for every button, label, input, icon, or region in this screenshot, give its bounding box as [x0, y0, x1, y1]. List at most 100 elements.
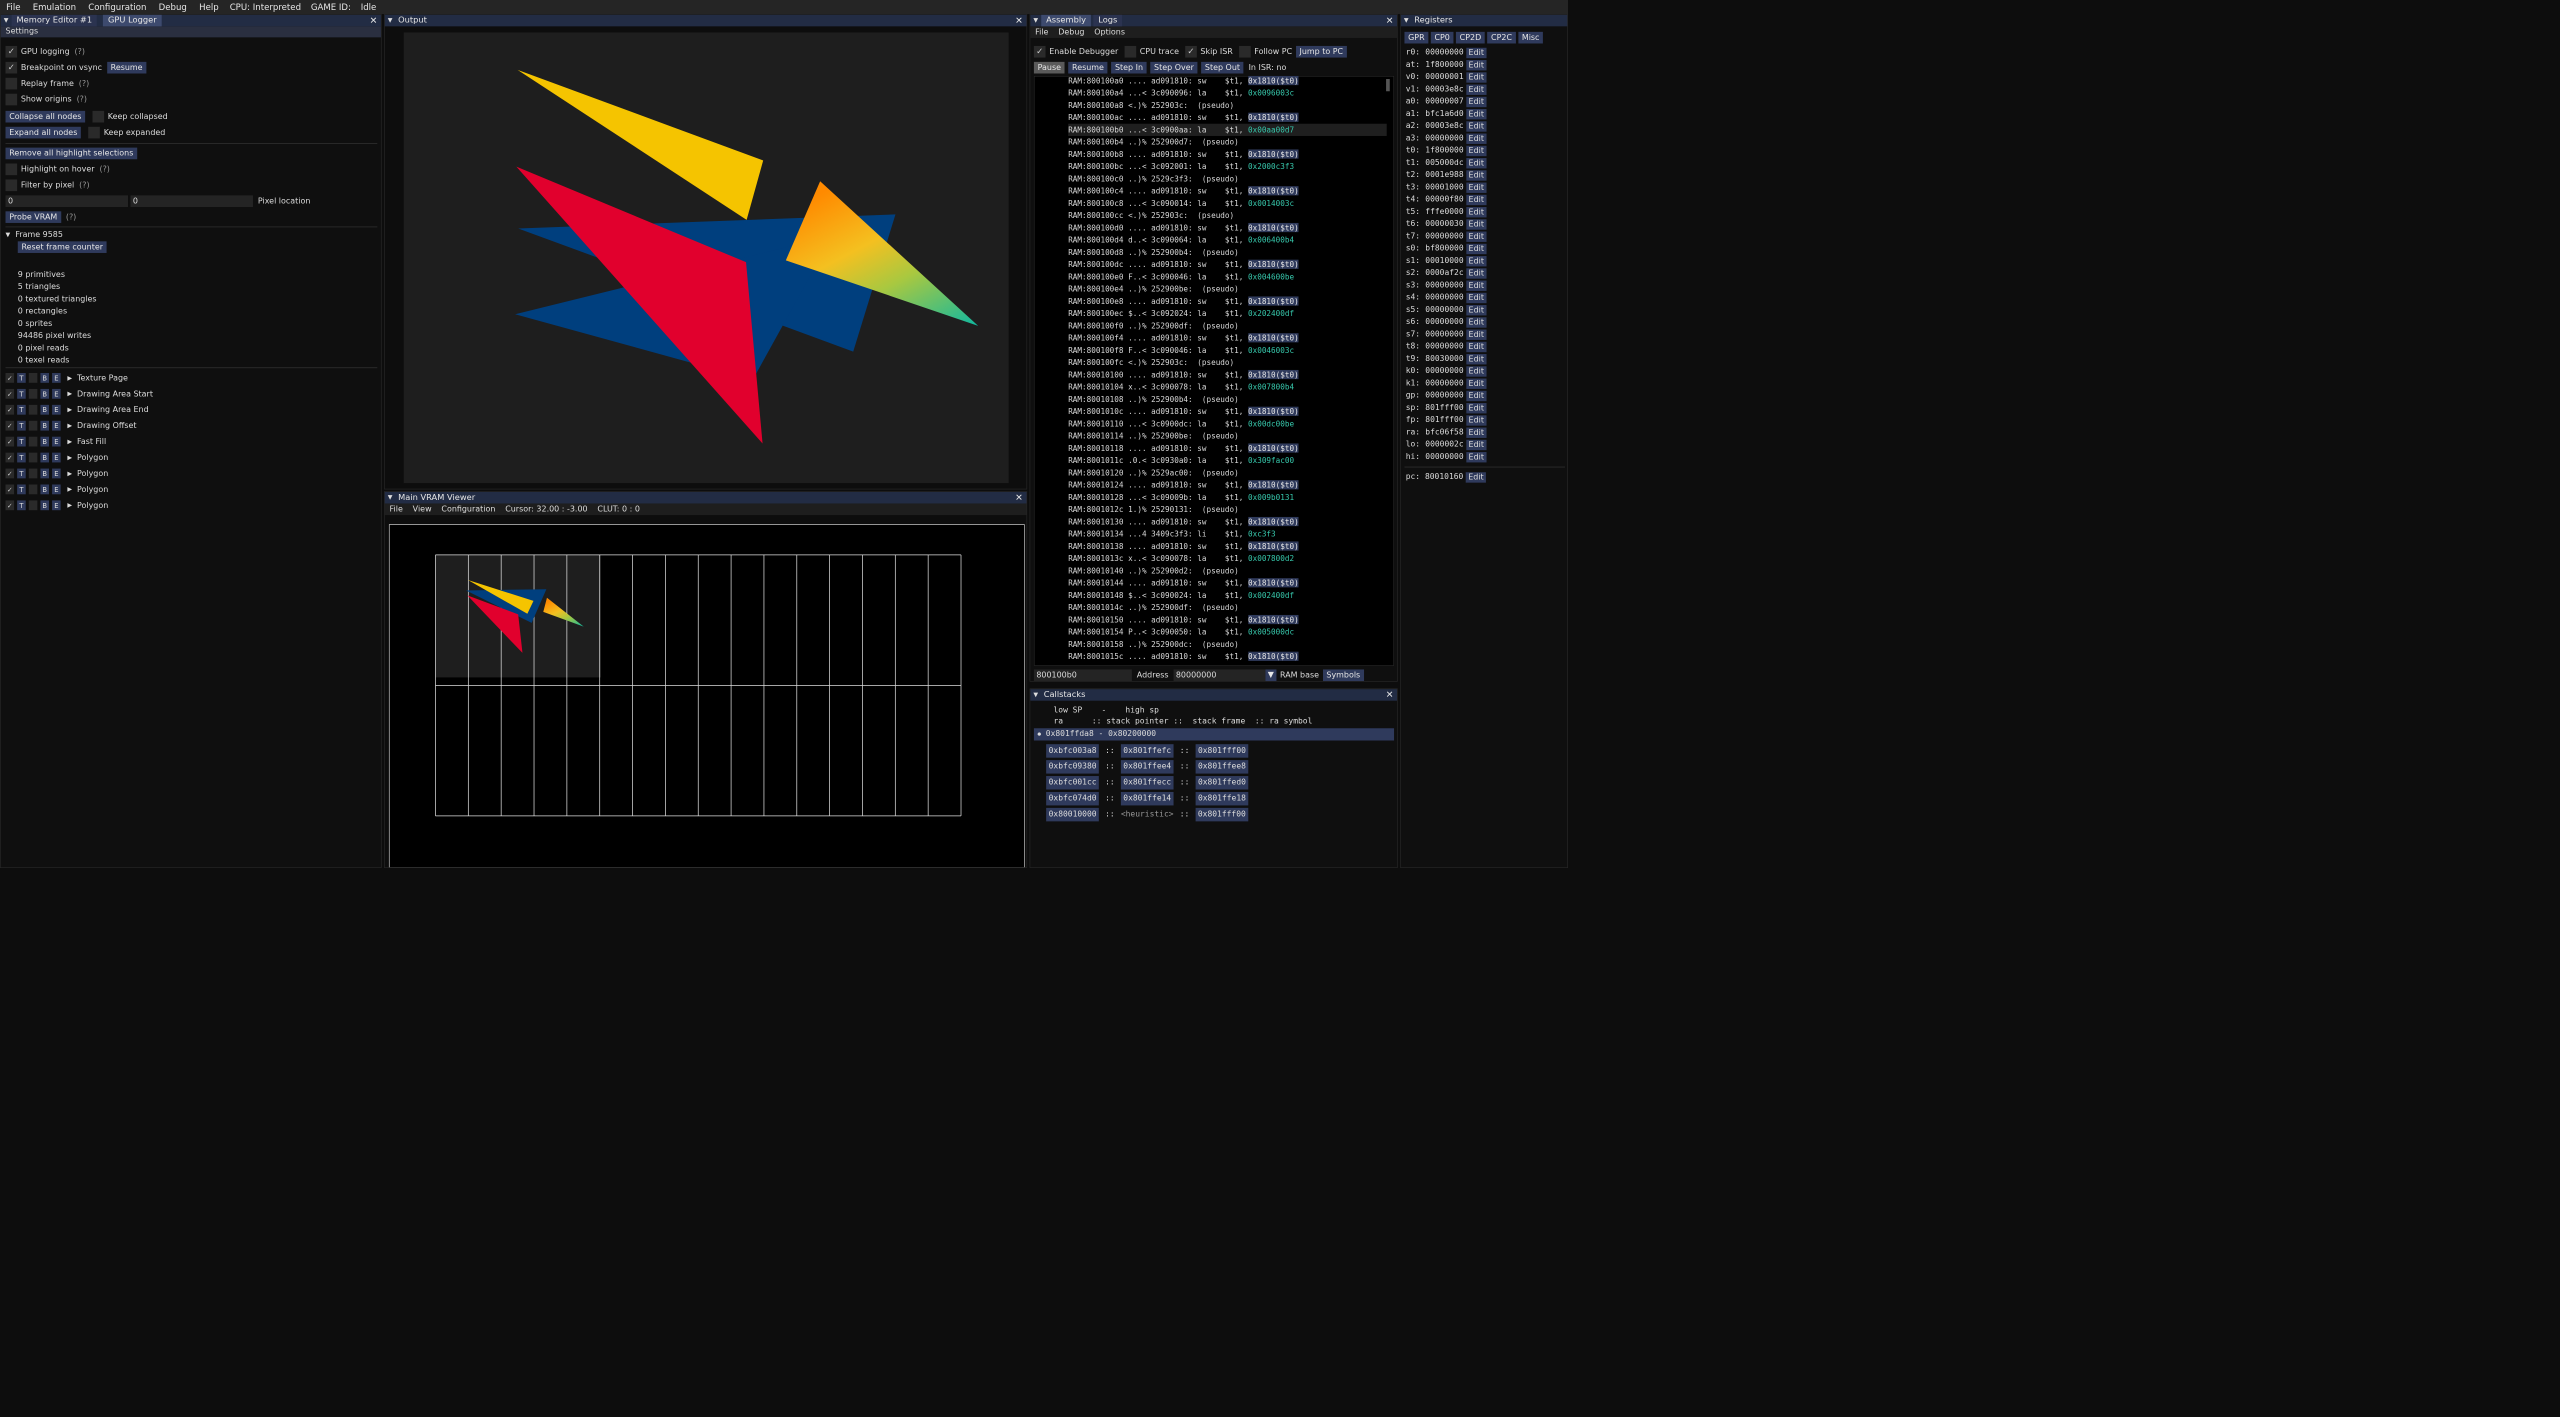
- bp-vsync-checkbox[interactable]: ✓: [5, 61, 18, 74]
- node-t-button[interactable]: T: [17, 404, 26, 415]
- symbols-button[interactable]: Symbols: [1322, 669, 1364, 681]
- node-enable-checkbox[interactable]: ✓: [5, 500, 15, 511]
- tab-logs[interactable]: Logs: [1093, 14, 1123, 27]
- step-in-button[interactable]: Step In: [1111, 61, 1147, 74]
- disassembly-line[interactable]: RAM:800100d0 .... ad091810: sw $t1, 0x18…: [1068, 222, 1299, 234]
- close-icon[interactable]: ✕: [1386, 15, 1394, 27]
- edit-register-button[interactable]: Edit: [1466, 390, 1487, 401]
- asm-menu-file[interactable]: File: [1030, 28, 1053, 37]
- edit-register-button[interactable]: Edit: [1466, 145, 1487, 156]
- address-input[interactable]: 800100b0: [1033, 669, 1132, 681]
- menu-emulation[interactable]: Emulation: [27, 2, 83, 12]
- edit-register-button[interactable]: Edit: [1466, 194, 1487, 205]
- edit-register-button[interactable]: Edit: [1466, 341, 1487, 352]
- keep-expanded-checkbox[interactable]: [88, 126, 101, 139]
- node-enable-checkbox[interactable]: ✓: [5, 388, 15, 399]
- collapse-arrow-icon[interactable]: ▼: [1030, 692, 1041, 699]
- pause-button[interactable]: Pause: [1033, 61, 1065, 74]
- edit-register-button[interactable]: Edit: [1466, 182, 1487, 193]
- resume-button[interactable]: Resume: [1068, 61, 1108, 74]
- edit-register-button[interactable]: Edit: [1466, 255, 1487, 267]
- collapse-all-button[interactable]: Collapse all nodes: [5, 110, 86, 123]
- node-b-button[interactable]: B: [40, 452, 49, 463]
- expand-arrow-icon[interactable]: ▶: [67, 390, 72, 397]
- edit-pc-button[interactable]: Edit: [1465, 471, 1487, 483]
- node-label[interactable]: Polygon: [77, 469, 108, 478]
- disassembly-line[interactable]: RAM:800100d8 ..)% 252900b4: (pseudo): [1068, 246, 1239, 258]
- probe-vram-button[interactable]: Probe VRAM: [5, 211, 61, 223]
- edit-register-button[interactable]: Edit: [1466, 59, 1487, 71]
- node-enable-checkbox[interactable]: ✓: [5, 436, 15, 447]
- node-enable-checkbox[interactable]: ✓: [5, 420, 15, 431]
- expand-arrow-icon[interactable]: ▶: [67, 375, 72, 382]
- edit-register-button[interactable]: Edit: [1466, 402, 1487, 414]
- tab-memory-editor[interactable]: Memory Editor #1: [11, 14, 97, 27]
- expand-arrow-icon[interactable]: ▶: [67, 502, 72, 509]
- disassembly-line[interactable]: RAM:80010148 $..< 3c090024: la $t1, 0x00…: [1068, 589, 1294, 601]
- show-origins-checkbox[interactable]: [5, 93, 18, 106]
- edit-register-button[interactable]: Edit: [1466, 439, 1487, 450]
- callstack-sp[interactable]: 0x801ffecc: [1120, 776, 1174, 790]
- disassembly-line[interactable]: RAM:80010144 .... ad091810: sw $t1, 0x18…: [1068, 577, 1299, 589]
- stack-range-node[interactable]: ● 0x801ffda8 - 0x80200000: [1033, 728, 1395, 741]
- step-out-button[interactable]: Step Out: [1201, 61, 1244, 74]
- node-e-button[interactable]: E: [52, 420, 61, 431]
- edit-register-button[interactable]: Edit: [1466, 47, 1487, 58]
- disassembly-line[interactable]: RAM:80010158 ..)% 252900dc: (pseudo): [1068, 638, 1239, 650]
- expand-all-button[interactable]: Expand all nodes: [5, 126, 82, 139]
- skip-isr-checkbox[interactable]: ✓: [1185, 45, 1197, 58]
- node-b-button[interactable]: B: [40, 436, 49, 447]
- disassembly-line[interactable]: RAM:8001013c x..< 3c090078: la $t1, 0x00…: [1068, 552, 1294, 564]
- node-checkbox[interactable]: [28, 388, 38, 399]
- callstack-frame[interactable]: 0x801fff00: [1195, 807, 1249, 822]
- node-label[interactable]: Fast Fill: [77, 437, 106, 446]
- edit-register-button[interactable]: Edit: [1466, 365, 1487, 377]
- node-checkbox[interactable]: [28, 420, 38, 431]
- edit-register-button[interactable]: Edit: [1466, 133, 1487, 144]
- vram-canvas[interactable]: [388, 524, 1025, 868]
- disassembly-line[interactable]: RAM:800100c4 .... ad091810: sw $t1, 0x18…: [1068, 185, 1299, 197]
- close-icon[interactable]: ✕: [370, 15, 378, 27]
- collapse-arrow-icon[interactable]: ▼: [385, 494, 396, 501]
- tab-cp2c[interactable]: CP2C: [1487, 31, 1516, 44]
- disassembly-line[interactable]: RAM:800100b4 ..)% 252900d7: (pseudo): [1068, 136, 1239, 148]
- edit-register-button[interactable]: Edit: [1466, 108, 1487, 120]
- node-checkbox[interactable]: [28, 468, 38, 479]
- node-t-button[interactable]: T: [17, 452, 26, 463]
- disassembly-line[interactable]: RAM:800100d4 d..< 3c090064: la $t1, 0x00…: [1068, 234, 1294, 246]
- edit-register-button[interactable]: Edit: [1466, 267, 1487, 279]
- edit-register-button[interactable]: Edit: [1466, 120, 1487, 132]
- node-label[interactable]: Drawing Area Start: [77, 389, 153, 398]
- callstack-sp[interactable]: <heuristic>: [1121, 808, 1174, 821]
- disassembly-line[interactable]: RAM:800100a8 <.)% 252903c: (pseudo): [1068, 99, 1234, 111]
- asm-menu-options[interactable]: Options: [1089, 28, 1130, 37]
- tab-gpr[interactable]: GPR: [1404, 31, 1429, 44]
- tab-cp2d[interactable]: CP2D: [1455, 31, 1485, 44]
- edit-register-button[interactable]: Edit: [1466, 84, 1487, 95]
- expand-arrow-icon[interactable]: ▶: [67, 470, 72, 477]
- enable-debugger-checkbox[interactable]: ✓: [1033, 45, 1046, 58]
- asm-menu-debug[interactable]: Debug: [1053, 28, 1089, 37]
- node-label[interactable]: Polygon: [77, 485, 108, 494]
- vram-menu-configuration[interactable]: Configuration: [436, 505, 500, 514]
- callstack-sp[interactable]: 0x801ffee4: [1120, 760, 1174, 774]
- disassembly-line[interactable]: RAM:80010108 ..)% 252900b4: (pseudo): [1068, 393, 1239, 405]
- edit-register-button[interactable]: Edit: [1466, 96, 1487, 107]
- node-t-button[interactable]: T: [17, 500, 26, 511]
- disassembly-line[interactable]: RAM:80010100 .... ad091810: sw $t1, 0x18…: [1068, 369, 1299, 381]
- disassembly-line[interactable]: RAM:800100f0 ..)% 252900df: (pseudo): [1068, 320, 1239, 332]
- node-enable-checkbox[interactable]: ✓: [5, 404, 15, 415]
- node-b-button[interactable]: B: [40, 373, 49, 383]
- callstack-frame[interactable]: 0x801ffee8: [1195, 760, 1249, 774]
- collapse-arrow-icon[interactable]: ▼: [385, 17, 396, 24]
- node-b-button[interactable]: B: [40, 420, 49, 431]
- ram-base-input[interactable]: 80000000: [1173, 669, 1266, 681]
- callstack-frame[interactable]: 0x801ffe18: [1195, 791, 1249, 806]
- cpu-trace-checkbox[interactable]: [1124, 45, 1137, 58]
- edit-register-button[interactable]: Edit: [1466, 329, 1487, 340]
- edit-register-button[interactable]: Edit: [1466, 157, 1487, 169]
- disassembly-line[interactable]: RAM:80010118 .... ad091810: sw $t1, 0x18…: [1068, 442, 1299, 454]
- node-checkbox[interactable]: [28, 500, 38, 511]
- node-b-button[interactable]: B: [40, 484, 49, 495]
- disassembly-line[interactable]: RAM:8001010c .... ad091810: sw $t1, 0x18…: [1068, 405, 1299, 417]
